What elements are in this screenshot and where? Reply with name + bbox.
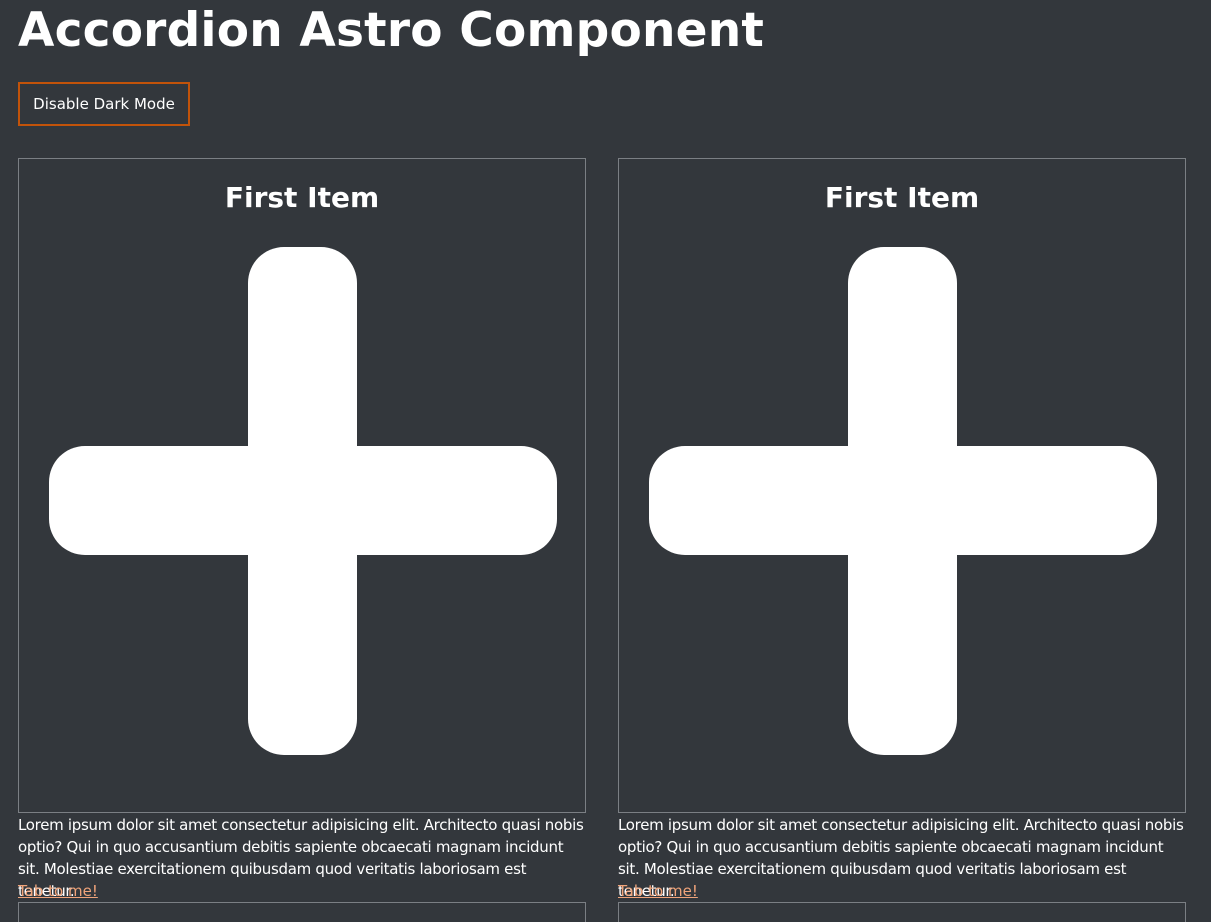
accordion-column-2: First Item Lorem ipsum dolor sit amet co… — [618, 158, 1186, 922]
tab-to-me-link[interactable]: Tab to me! — [618, 880, 698, 902]
page-title: Accordion Astro Component — [18, 3, 765, 58]
accordion-item-title: First Item — [224, 181, 380, 214]
next-accordion-header[interactable] — [618, 902, 1186, 922]
accordion-header[interactable]: First Item — [618, 158, 1186, 813]
accordion-panel-text: Lorem ipsum dolor sit amet consectetur a… — [618, 816, 1184, 900]
accordion-header[interactable]: First Item — [18, 158, 586, 813]
plus-icon — [649, 247, 1157, 755]
plus-icon — [49, 247, 557, 755]
accordion-item-title: First Item — [824, 181, 980, 214]
accordion-panel-text: Lorem ipsum dolor sit amet consectetur a… — [18, 816, 584, 900]
toggle-dark-mode-button[interactable]: Disable Dark Mode — [18, 82, 190, 126]
tab-to-me-link[interactable]: Tab to me! — [18, 880, 98, 902]
next-accordion-header[interactable] — [18, 902, 586, 922]
accordion-column-1: First Item Lorem ipsum dolor sit amet co… — [18, 158, 586, 922]
